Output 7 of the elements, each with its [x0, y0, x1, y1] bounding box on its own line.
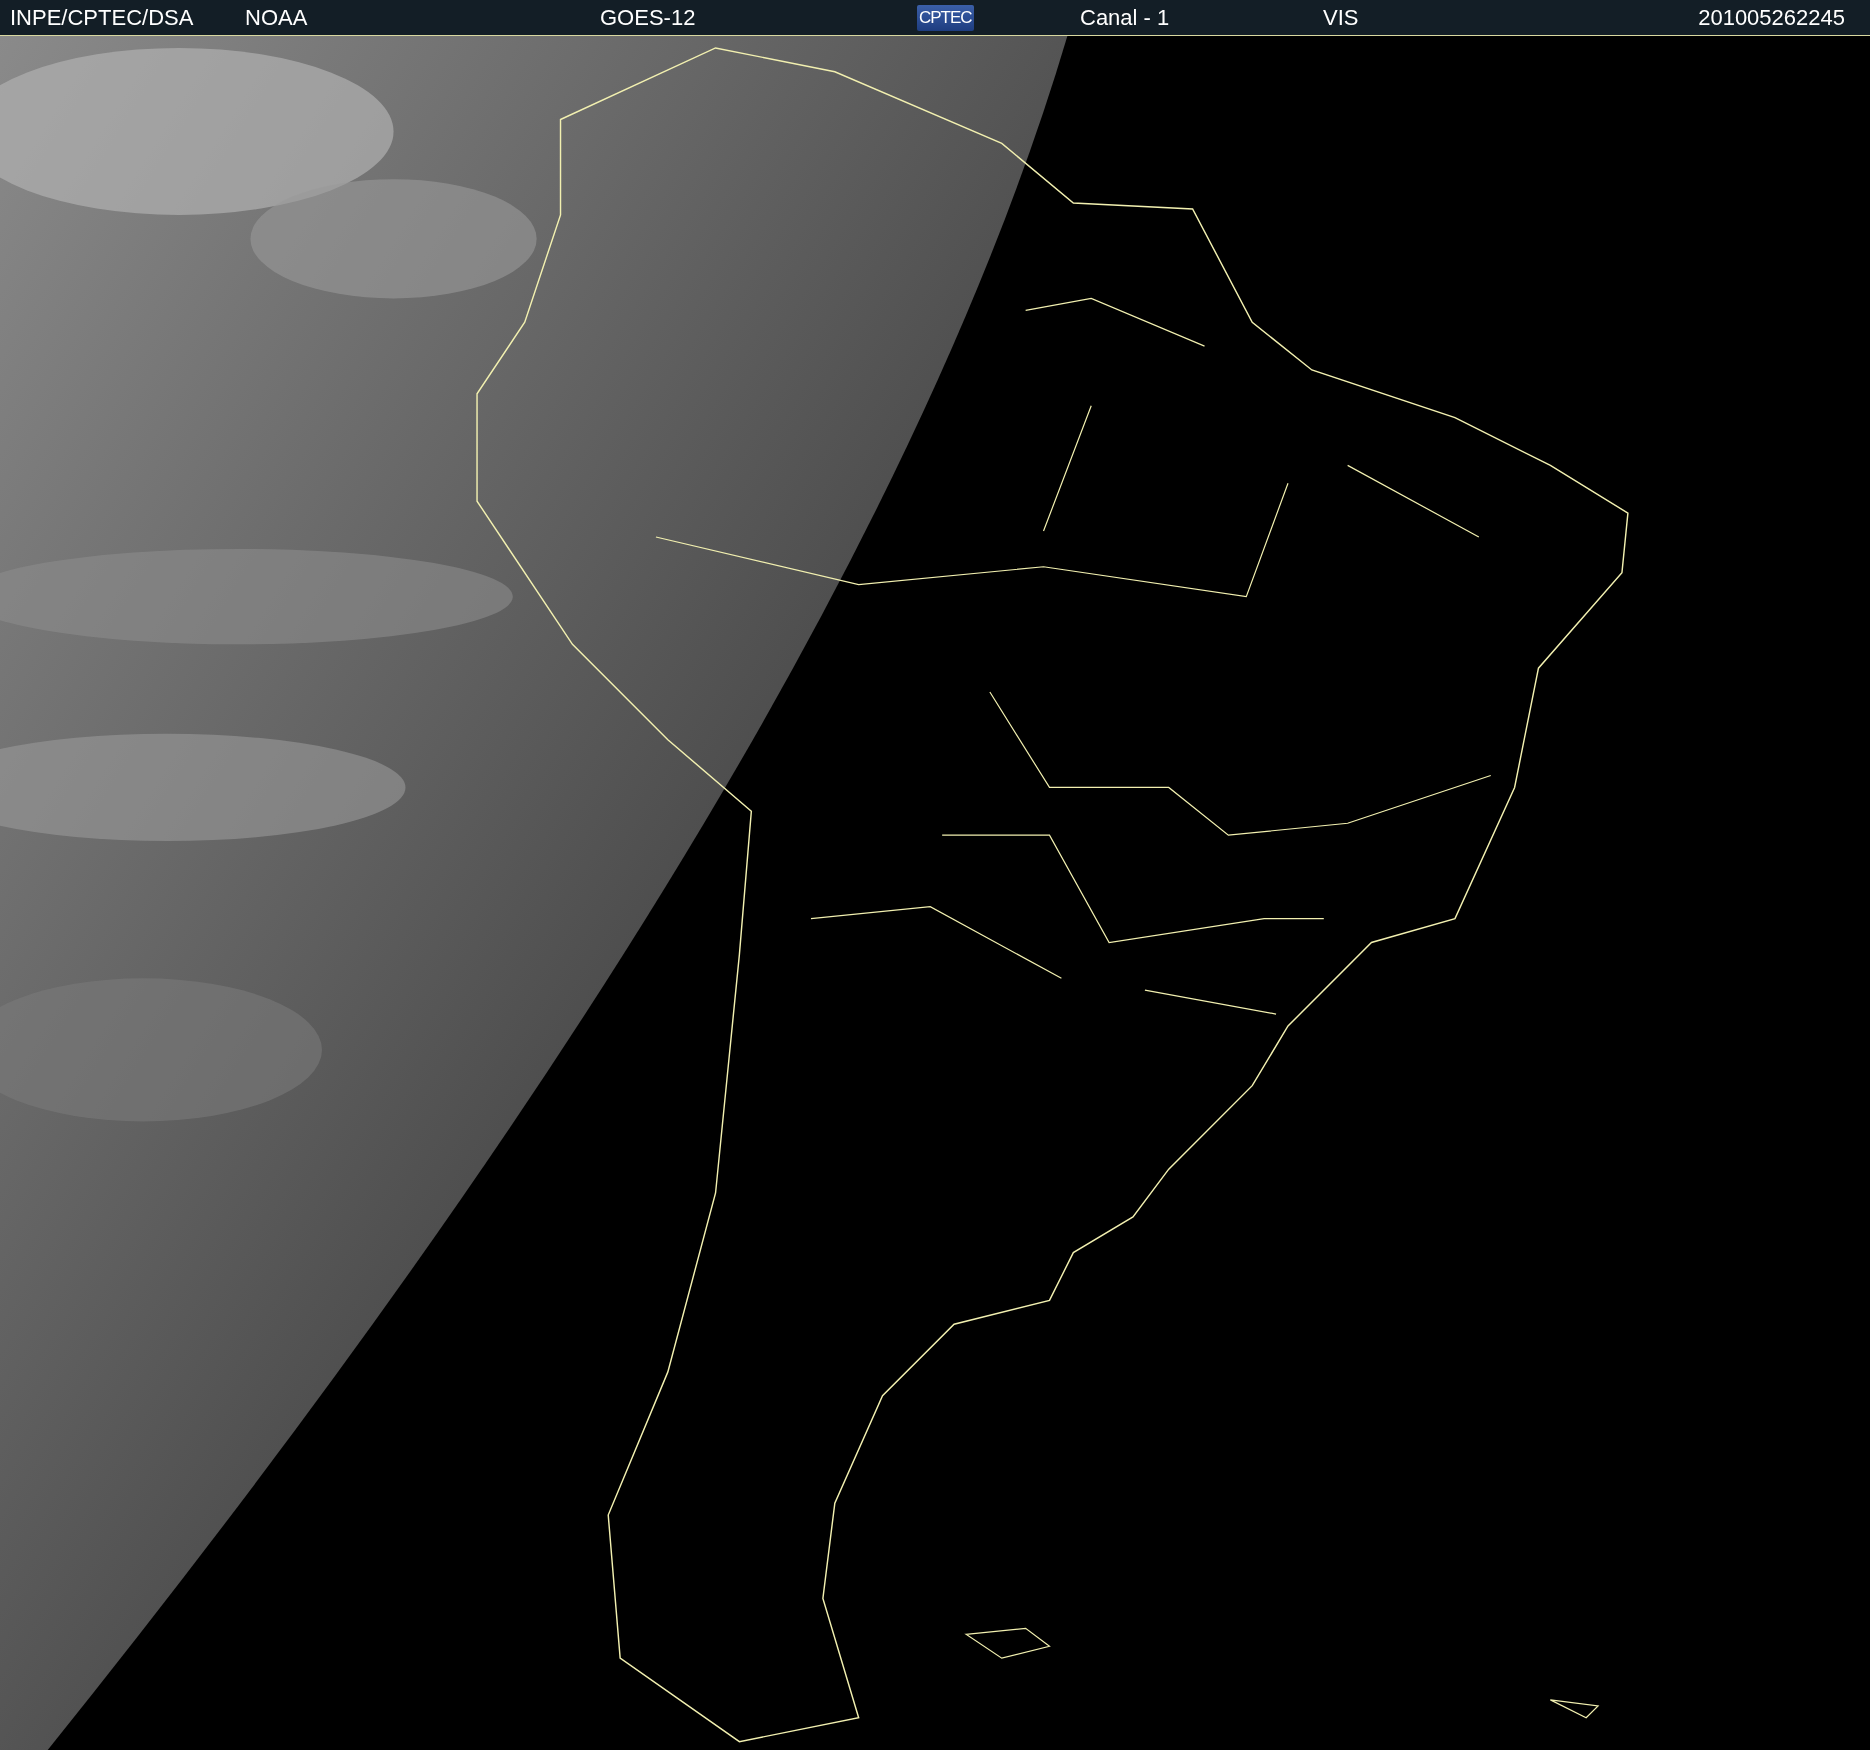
timestamp: 201005262245 [1698, 4, 1845, 31]
header-label: NOAA [245, 4, 308, 31]
header-label: VIS [1323, 4, 1359, 31]
header-label: Canal - 1 [1080, 4, 1170, 31]
header-label: GOES-12 [600, 4, 696, 31]
header-label: INPE/CPTEC/DSA [10, 4, 194, 31]
logo: CPTEC [917, 4, 974, 31]
